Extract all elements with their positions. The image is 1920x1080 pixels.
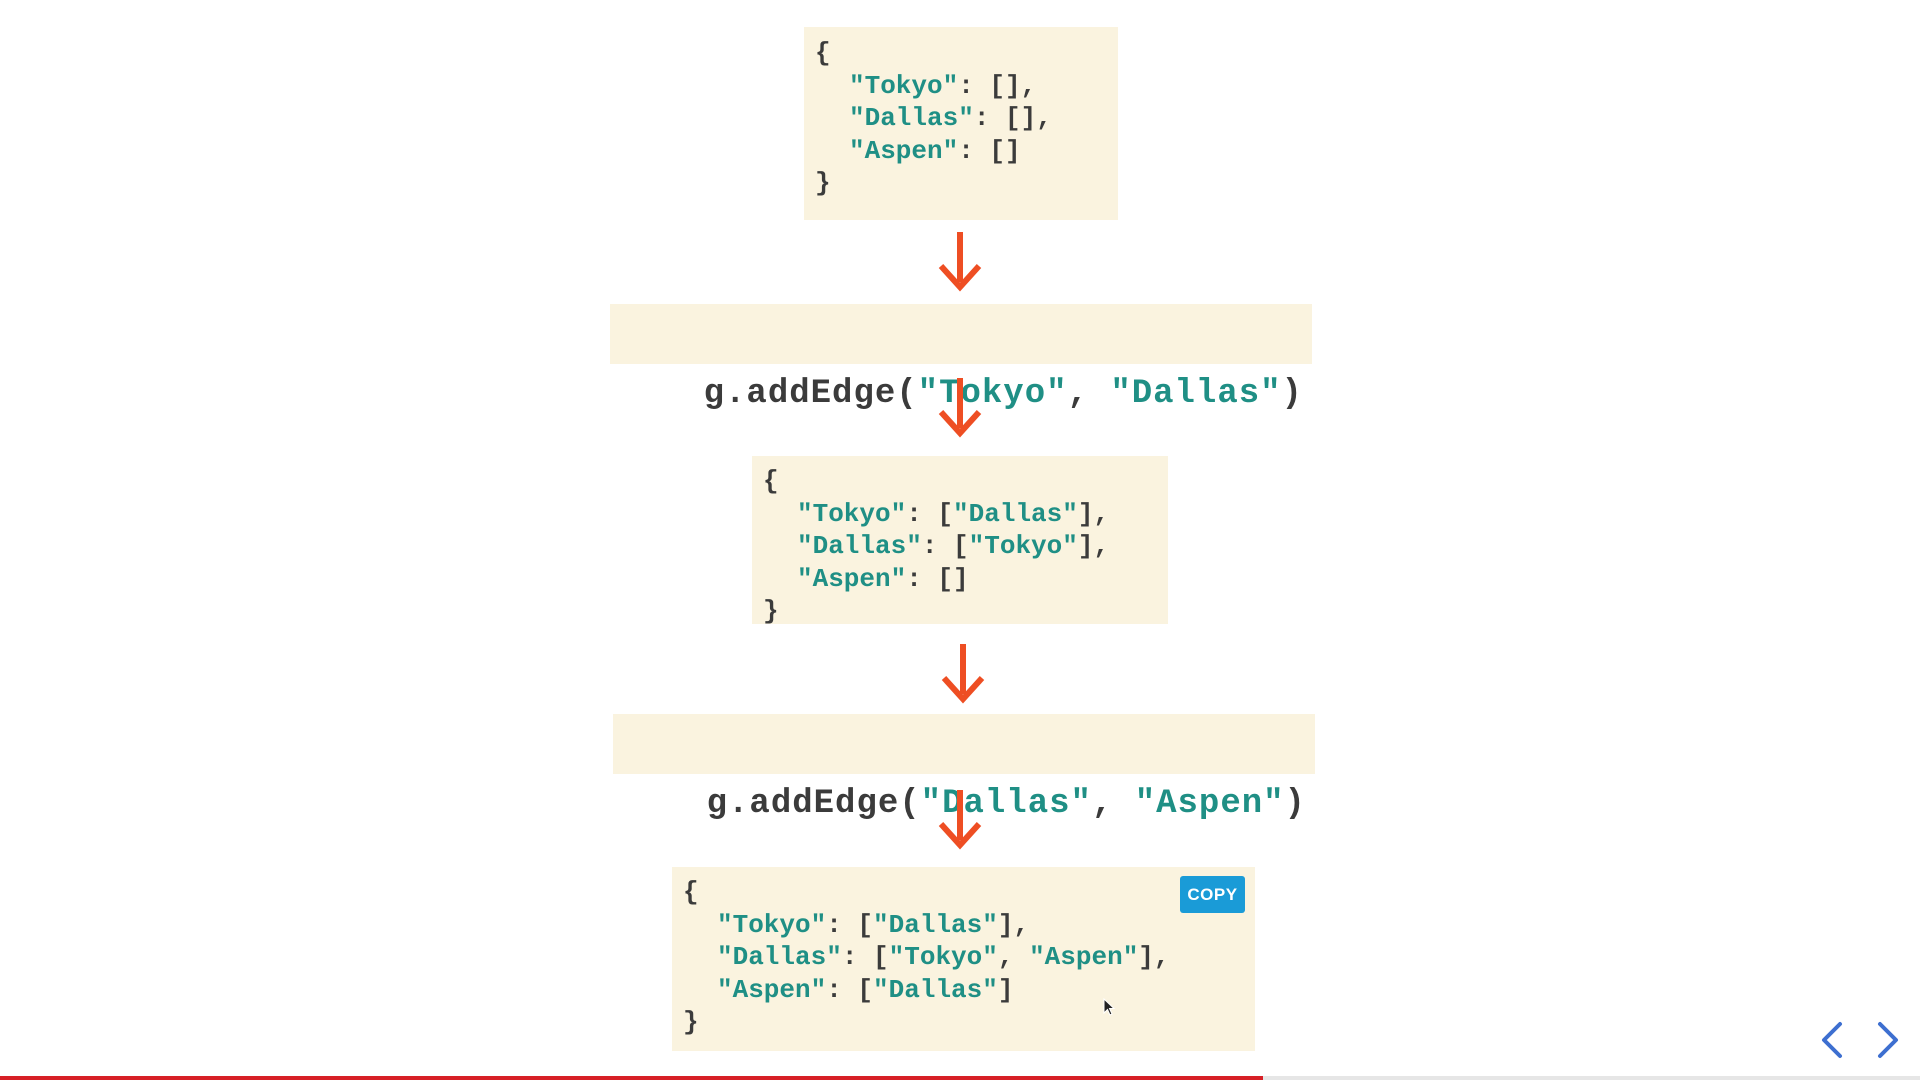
code-punctuation: ],	[1138, 942, 1170, 972]
code-punctuation: : []	[958, 135, 1021, 166]
code-punctuation: : [],	[973, 103, 1052, 133]
code-string: "Dallas"	[873, 974, 998, 1005]
call-arg: "Dallas"	[1110, 375, 1282, 413]
code-punctuation: ]	[997, 974, 1014, 1005]
code-line: "Tokyo": ["Dallas"],	[683, 909, 1170, 942]
call-suffix: )	[1284, 785, 1306, 823]
mouse-cursor-icon	[1103, 998, 1116, 1016]
code-string: "Dallas"	[953, 498, 1078, 529]
code-line: "Dallas": ["Tokyo"],	[763, 530, 1109, 563]
down-arrow-icon	[941, 644, 985, 704]
code-string: "Aspen"	[1029, 942, 1139, 972]
code-string: "Tokyo"	[717, 909, 827, 940]
code-line: "Dallas": ["Tokyo", "Aspen"],	[683, 941, 1170, 974]
code-line: "Tokyo": [],	[815, 70, 1052, 103]
code-block-initial: {"Tokyo": [], "Dallas": [], "Aspen": []}	[804, 27, 1118, 220]
down-arrow-icon	[938, 378, 982, 438]
call-suffix: )	[1281, 375, 1303, 413]
code-string: "Dallas"	[873, 909, 998, 940]
call-separator: ,	[1067, 375, 1111, 413]
code-punctuation: : [	[826, 974, 874, 1005]
chevron-left-icon[interactable]	[1816, 1018, 1848, 1062]
code-punctuation: : [],	[958, 70, 1037, 101]
code-line: }	[815, 168, 831, 198]
video-progress-fill	[0, 1076, 1264, 1080]
code-line: "Dallas": [],	[815, 102, 1052, 135]
call-separator: ,	[1091, 785, 1135, 823]
code-line: "Aspen": ["Dallas"]	[683, 974, 1170, 1007]
code-after-first: {"Tokyo": ["Dallas"], "Dallas": ["Tokyo"]…	[763, 465, 1109, 628]
code-initial: {"Tokyo": [], "Dallas": [], "Aspen": []}	[815, 37, 1052, 200]
code-block-after-second: {"Tokyo": ["Dallas"], "Dallas": ["Tokyo",…	[672, 867, 1255, 1051]
copy-button[interactable]: COPY	[1180, 876, 1245, 913]
call-arg: "Aspen"	[1134, 785, 1285, 823]
code-line: {	[763, 466, 779, 496]
code-string: "Tokyo"	[797, 498, 907, 529]
code-punctuation: ],	[1077, 498, 1110, 529]
video-progress-bar[interactable]	[0, 1076, 1920, 1080]
code-punctuation: : [	[906, 498, 954, 529]
code-punctuation: : []	[906, 563, 969, 594]
code-string: "Tokyo"	[888, 942, 998, 972]
code-punctuation: ],	[1077, 531, 1110, 561]
down-arrow-icon	[938, 790, 982, 850]
code-punctuation: : [	[826, 909, 874, 940]
code-line: "Tokyo": ["Dallas"],	[763, 498, 1109, 531]
code-after-second: {"Tokyo": ["Dallas"], "Dallas": ["Tokyo",…	[683, 876, 1170, 1039]
call-block-second: g.addEdge("Dallas", "Aspen")	[613, 714, 1315, 823]
code-punctuation: ],	[997, 909, 1030, 940]
code-block-after-first: {"Tokyo": ["Dallas"], "Dallas": ["Tokyo"]…	[752, 456, 1168, 626]
code-string: "Dallas"	[849, 103, 974, 133]
code-line: }	[763, 596, 779, 626]
call-block-first: g.addEdge("Tokyo", "Dallas")	[610, 304, 1312, 413]
code-string: "Aspen"	[717, 974, 827, 1005]
code-string: "Dallas"	[797, 531, 922, 561]
code-string: "Tokyo"	[968, 531, 1078, 561]
code-string: "Tokyo"	[849, 70, 959, 101]
code-string: "Aspen"	[797, 563, 907, 594]
code-line: "Aspen": []	[763, 563, 1109, 596]
code-string: "Dallas"	[717, 942, 842, 972]
code-string: "Aspen"	[849, 135, 959, 166]
call-prefix: g.addEdge(	[706, 785, 921, 823]
call-prefix: g.addEdge(	[703, 375, 918, 413]
code-line: }	[683, 1007, 699, 1037]
code-punctuation: ,	[997, 942, 1030, 972]
code-punctuation: : [	[921, 531, 969, 561]
code-line: "Aspen": []	[815, 135, 1052, 168]
chevron-right-icon[interactable]	[1872, 1018, 1904, 1062]
code-punctuation: : [	[841, 942, 889, 972]
down-arrow-icon	[938, 232, 982, 292]
code-line: {	[815, 38, 831, 68]
code-line: {	[683, 877, 699, 907]
